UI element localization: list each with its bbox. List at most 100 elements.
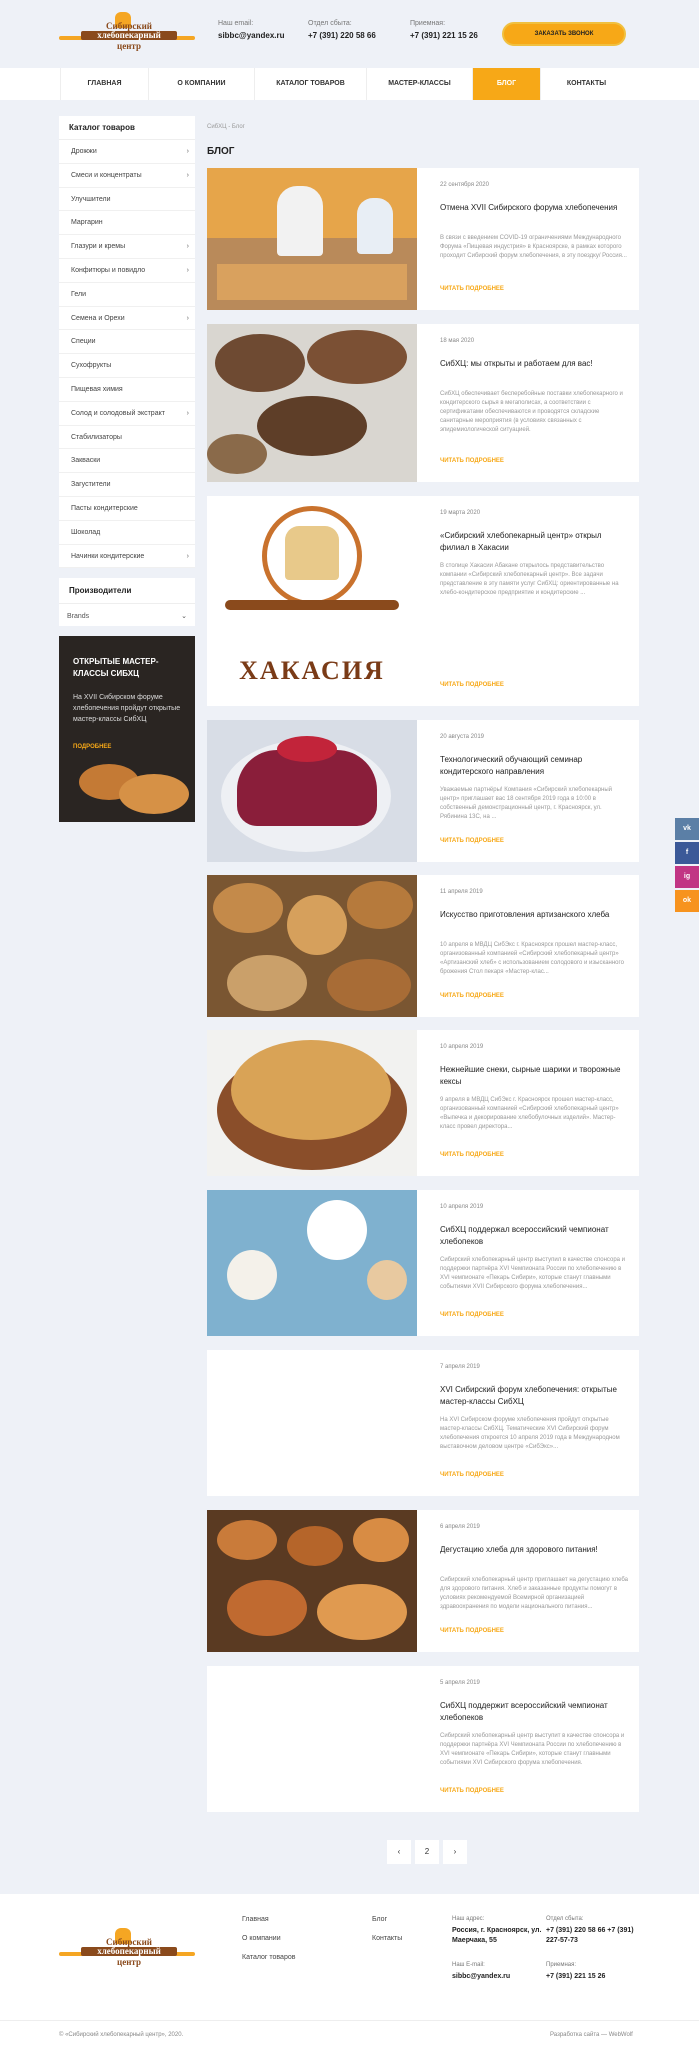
social-ok-icon[interactable]: ok — [675, 890, 699, 912]
sales-phone[interactable]: +7 (391) 220 58 66 — [308, 31, 376, 40]
nav-item-blog[interactable]: БЛОГ — [472, 68, 540, 100]
footer-links-1: Главная О компании Каталог товаров — [242, 1916, 295, 1973]
blog-post-card[interactable]: 10 апреля 2019 СибХЦ поддержал всероссийс… — [207, 1190, 639, 1336]
blog-post-card[interactable]: 18 мая 2020 СибХЦ: мы открыты и работаем … — [207, 324, 639, 482]
blog-post-card[interactable]: 10 апреля 2019 Нежнейшие снеки, сырные ша… — [207, 1030, 639, 1176]
prev-page-button[interactable]: ‹ — [387, 1840, 411, 1864]
read-more-link[interactable]: ЧИТАТЬ ПОДРОБНЕЕ — [440, 1628, 504, 1634]
copyright: © «Сибирский хлебопекарный центр», 2020. — [59, 2032, 184, 2038]
read-more-link[interactable]: ЧИТАТЬ ПОДРОБНЕЕ — [440, 286, 504, 292]
catalog-item[interactable]: Пасты кондитерские — [59, 497, 195, 521]
footer-link-blog[interactable]: Блог — [372, 1916, 402, 1923]
catalog-item[interactable]: Пищевая химия — [59, 378, 195, 402]
catalog-item-label: Маргарин — [71, 219, 103, 227]
catalog-item[interactable]: Закваски — [59, 449, 195, 474]
developer-credit[interactable]: Разработка сайта — WebWolf — [550, 2032, 633, 2038]
blog-post-card[interactable]: 6 апреля 2019 Дегустацию хлеба для здоров… — [207, 1510, 639, 1652]
post-title[interactable]: Нежнейшие снеки, сырные шарики и творожн… — [440, 1064, 630, 1088]
read-more-link[interactable]: ЧИТАТЬ ПОДРОБНЕЕ — [440, 682, 504, 688]
footer-sales-phones[interactable]: +7 (391) 220 58 66 +7 (391) 227-57-73 — [546, 1926, 636, 1946]
catalog-item[interactable]: Дрожжи › — [59, 140, 195, 164]
social-vk-icon[interactable]: vk — [675, 818, 699, 840]
read-more-link[interactable]: ЧИТАТЬ ПОДРОБНЕЕ — [440, 993, 504, 999]
post-image[interactable] — [207, 1666, 417, 1812]
catalog-item[interactable]: Маргарин — [59, 211, 195, 236]
promo-title: ОТКРЫТЫЕ МАСТЕР-КЛАССЫ СИБХЦ — [73, 657, 159, 678]
post-title[interactable]: СибХЦ: мы открыты и работаем для вас! — [440, 358, 630, 370]
post-image[interactable] — [207, 324, 417, 482]
page-number-button[interactable]: 2 — [415, 1840, 439, 1864]
post-image[interactable] — [207, 1350, 417, 1496]
chevron-right-icon: › — [186, 171, 189, 179]
catalog-item[interactable]: Солод и солодовый экстракт › — [59, 402, 195, 426]
site-logo[interactable]: Сибирский хлебопекарный центр — [59, 12, 199, 56]
nav-item-master-classes[interactable]: МАСТЕР-КЛАССЫ — [366, 68, 472, 100]
nav-item-catalog[interactable]: КАТАЛОГ ТОВАРОВ — [254, 68, 366, 100]
brands-select[interactable]: Brands ⌄ — [67, 608, 191, 626]
footer-link-contacts[interactable]: Контакты — [372, 1935, 402, 1942]
blog-post-card[interactable]: 11 апреля 2019 Искусство приготовления ар… — [207, 875, 639, 1017]
catalog-item[interactable]: Начинки кондитерские › — [59, 545, 195, 569]
post-image[interactable] — [207, 1510, 417, 1652]
post-image[interactable] — [207, 875, 417, 1017]
catalog-item[interactable]: Специи — [59, 330, 195, 355]
catalog-item[interactable]: Загустители — [59, 473, 195, 497]
post-image[interactable] — [207, 720, 417, 862]
logo-text-line-2: хлебопекарный — [81, 31, 177, 40]
nav-item-home[interactable]: ГЛАВНАЯ — [60, 68, 148, 100]
catalog-item[interactable]: Гели — [59, 283, 195, 307]
social-ig-icon[interactable]: ig — [675, 866, 699, 888]
read-more-link[interactable]: ЧИТАТЬ ПОДРОБНЕЕ — [440, 1152, 504, 1158]
post-title[interactable]: СибХЦ поддержит всероссийский чемпионат … — [440, 1700, 630, 1724]
blog-post-card[interactable]: 7 апреля 2019 XVI Сибирский форум хлебопе… — [207, 1350, 639, 1496]
footer-link-catalog[interactable]: Каталог товаров — [242, 1954, 295, 1961]
blog-post-card[interactable]: ХАКАСИЯ 19 марта 2020 «Сибирский хлебопека… — [207, 496, 639, 706]
footer-link-about[interactable]: О компании — [242, 1935, 295, 1942]
read-more-link[interactable]: ЧИТАТЬ ПОДРОБНЕЕ — [440, 1472, 504, 1478]
catalog-item[interactable]: Сухофрукты — [59, 354, 195, 378]
nav-item-about[interactable]: О КОМПАНИИ — [148, 68, 254, 100]
catalog-item[interactable]: Смеси и концентраты › — [59, 164, 195, 188]
catalog-item-label: Гели — [71, 290, 86, 298]
read-more-link[interactable]: ЧИТАТЬ ПОДРОБНЕЕ — [440, 1788, 504, 1794]
nav-item-contacts[interactable]: КОНТАКТЫ — [540, 68, 632, 100]
post-title[interactable]: «Сибирский хлебопекарный центр» открыл ф… — [440, 530, 630, 554]
post-image[interactable] — [207, 168, 417, 310]
email-link[interactable]: sibbc@yandex.ru — [218, 31, 285, 40]
catalog-item[interactable]: Семена и Орехи › — [59, 307, 195, 331]
read-more-link[interactable]: ЧИТАТЬ ПОДРОБНЕЕ — [440, 1312, 504, 1318]
reception-phone[interactable]: +7 (391) 221 15 26 — [410, 31, 478, 40]
footer-email-link[interactable]: sibbc@yandex.ru — [452, 1972, 510, 1982]
footer-logo[interactable]: Сибирский хлебопекарный центр — [59, 1928, 199, 1972]
catalog-item[interactable]: Шоколад — [59, 521, 195, 545]
footer-link-home[interactable]: Главная — [242, 1916, 295, 1923]
blog-post-card[interactable]: 20 августа 2019 Технологический обучающий… — [207, 720, 639, 862]
promo-banner[interactable]: ОТКРЫТЫЕ МАСТЕР-КЛАССЫ СИБХЦ На XVII Сиб… — [59, 636, 195, 822]
post-title[interactable]: XVI Сибирский форум хлебопечения: открыт… — [440, 1384, 630, 1408]
footer-reception-phone[interactable]: +7 (391) 221 15 26 — [546, 1972, 605, 1982]
post-image[interactable]: ХАКАСИЯ — [207, 496, 417, 706]
catalog-item[interactable]: Глазури и кремы › — [59, 235, 195, 259]
post-image[interactable] — [207, 1030, 417, 1176]
read-more-link[interactable]: ЧИТАТЬ ПОДРОБНЕЕ — [440, 458, 504, 464]
promo-more-link[interactable]: ПОДРОБНЕЕ — [73, 744, 111, 750]
post-title[interactable]: Отмена XVII Сибирского форума хлебопечен… — [440, 202, 630, 214]
post-image[interactable] — [207, 1190, 417, 1336]
catalog-item[interactable]: Конфитюры и повидло › — [59, 259, 195, 283]
breadcrumb[interactable]: СибХЦ - Блог — [207, 124, 245, 130]
post-title[interactable]: Дегустацию хлеба для здорового питания! — [440, 1544, 630, 1556]
read-more-link[interactable]: ЧИТАТЬ ПОДРОБНЕЕ — [440, 838, 504, 844]
catalog-item[interactable]: Улучшители — [59, 188, 195, 212]
blog-post-card[interactable]: 22 сентября 2020 Отмена XVII Сибирского ф… — [207, 168, 639, 310]
social-f-icon[interactable]: f — [675, 842, 699, 864]
post-title[interactable]: Искусство приготовления артизанского хле… — [440, 909, 630, 921]
order-call-button[interactable]: ЗАКАЗАТЬ ЗВОНОК — [502, 22, 626, 46]
blog-post-card[interactable]: 5 апреля 2019 СибХЦ поддержит всероссийск… — [207, 1666, 639, 1812]
catalog-item-label: Стабилизаторы — [71, 433, 122, 441]
chevron-right-icon: › — [186, 314, 189, 322]
next-page-button[interactable]: › — [443, 1840, 467, 1864]
catalog-item[interactable]: Стабилизаторы — [59, 426, 195, 450]
post-title[interactable]: СибХЦ поддержал всероссийский чемпионат … — [440, 1224, 630, 1248]
post-title[interactable]: Технологический обучающий семинар кондит… — [440, 754, 630, 778]
post-date: 19 марта 2020 — [440, 510, 481, 516]
